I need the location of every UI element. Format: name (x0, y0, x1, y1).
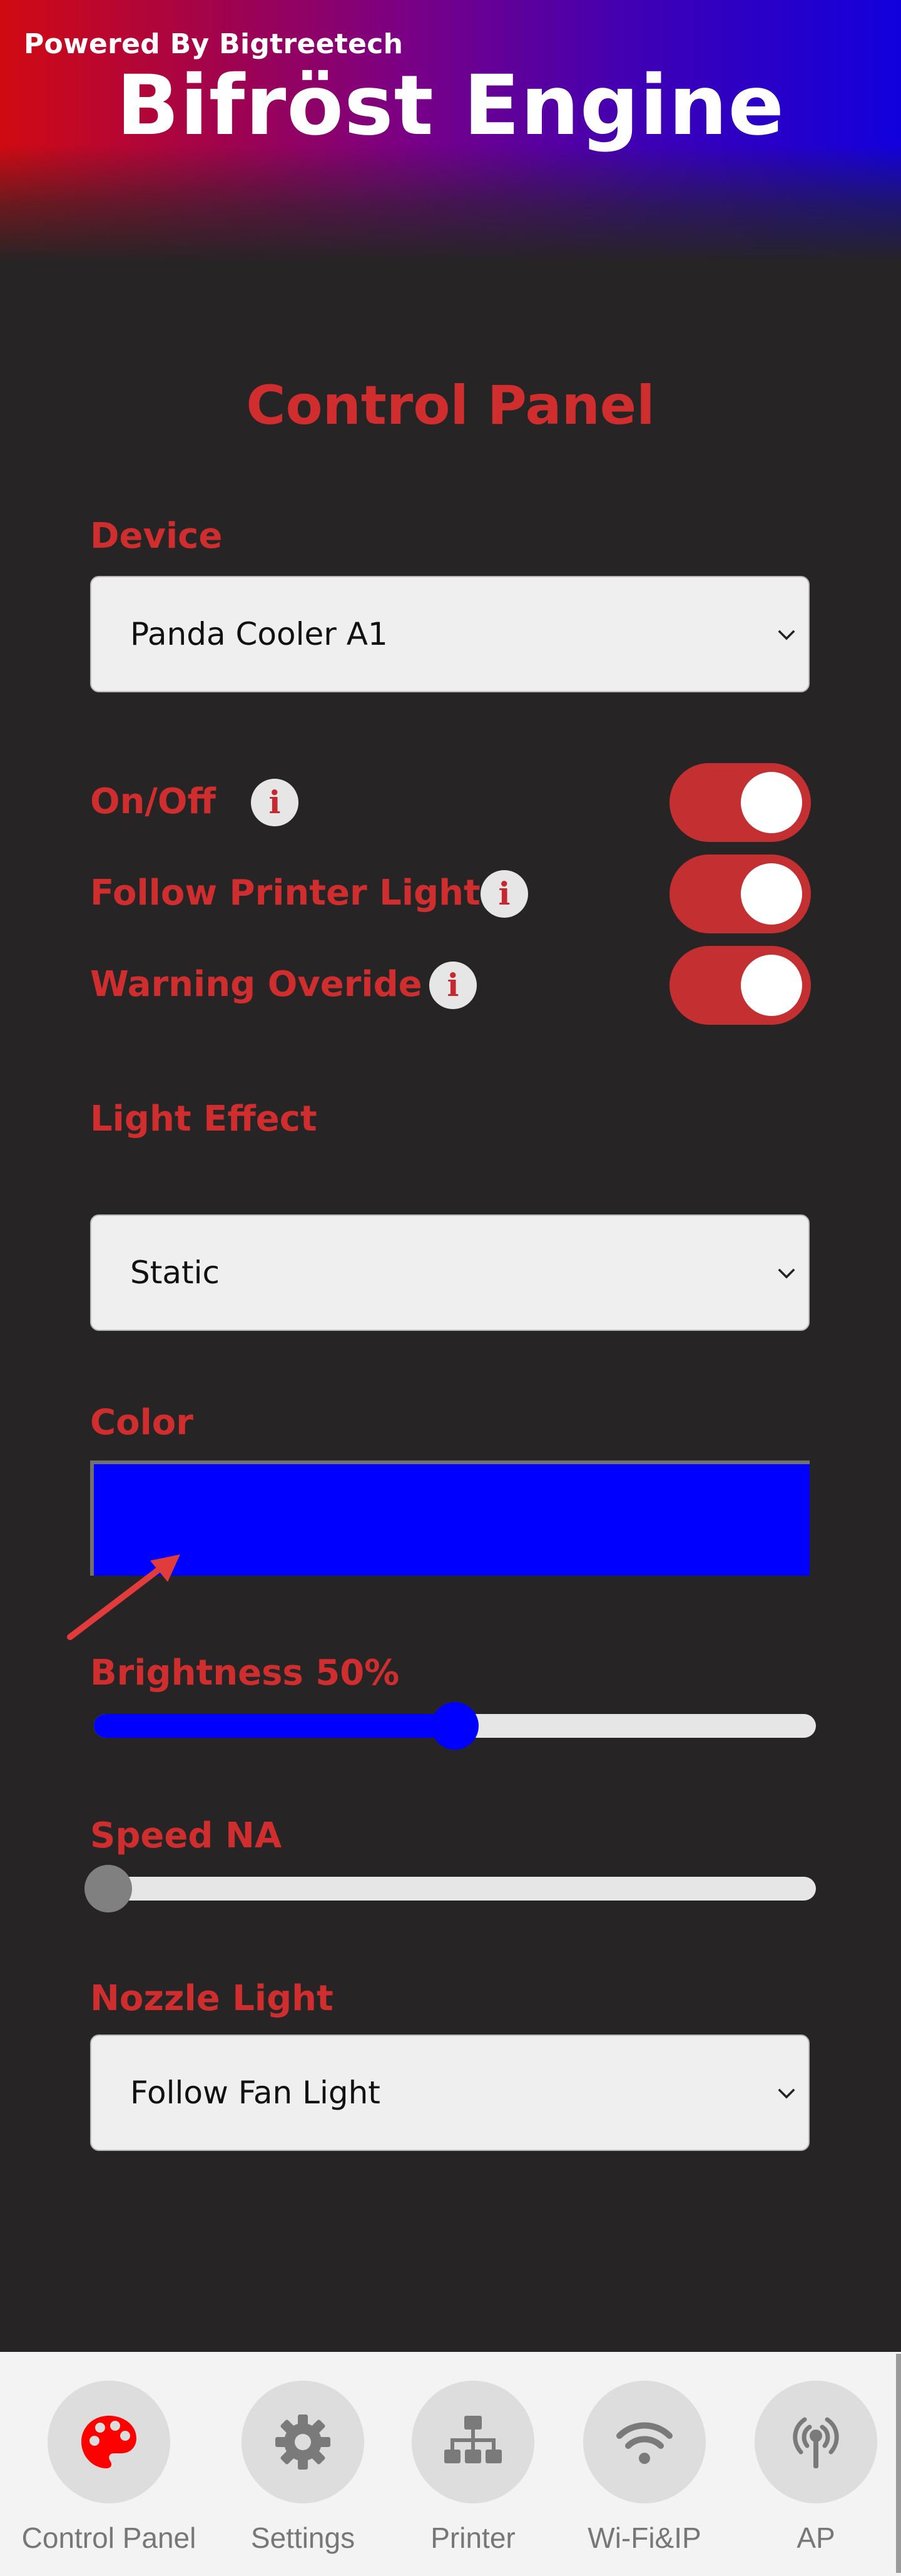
wifi-icon (616, 2422, 673, 2464)
speed-label: Speed NA (90, 1815, 282, 1856)
page-title: Control Panel (246, 374, 655, 437)
speed-slider[interactable] (84, 1865, 816, 1912)
nav-item-ap[interactable]: AP (728, 2352, 901, 2576)
toggle-knob (741, 955, 802, 1016)
header-banner: Powered By Bigtreetech Bifröst Engine (0, 0, 901, 263)
brightness-slider[interactable] (94, 1702, 816, 1750)
nav-button-printer[interactable] (412, 2381, 534, 2503)
network-tree-icon (444, 2416, 502, 2463)
nav-button-settings[interactable] (242, 2381, 364, 2503)
nav-label-wifi: Wi-Fi&IP (588, 2522, 701, 2554)
toggle-knob (741, 863, 802, 925)
color-picker[interactable] (90, 1460, 810, 1576)
nav-item-printer[interactable]: Printer (385, 2352, 561, 2576)
info-icon-warning-overide[interactable]: i (429, 962, 477, 1009)
brightness-slider-thumb[interactable] (431, 1702, 479, 1750)
nav-item-control-panel[interactable]: Control Panel (21, 2352, 196, 2576)
brightness-label: Brightness 50% (90, 1653, 400, 1693)
info-icon-follow-printer-light[interactable]: i (481, 870, 528, 918)
nozzle-light-label: Nozzle Light (90, 1978, 333, 2019)
app-title: Bifröst Engine (116, 58, 785, 154)
brightness-slider-fill (94, 1714, 455, 1738)
device-select-value: Panda Cooler A1 (130, 616, 388, 652)
info-icon-on-off[interactable]: i (251, 779, 298, 826)
chevron-down-icon (778, 1268, 795, 1279)
nozzle-light-select[interactable]: Follow Fan Light (90, 2035, 810, 2151)
nav-button-control-panel[interactable] (48, 2381, 170, 2503)
device-select[interactable]: Panda Cooler A1 (90, 576, 810, 692)
bottom-nav: Control Panel Settings Printer Wi-Fi&IP … (0, 2352, 901, 2576)
nav-label-printer: Printer (430, 2522, 516, 2554)
nav-item-wifi[interactable]: Wi-Fi&IP (557, 2352, 732, 2576)
chevron-down-icon (778, 630, 795, 640)
palette-icon (81, 2416, 136, 2468)
light-effect-select-value: Static (130, 1255, 220, 1291)
light-effect-select[interactable]: Static (90, 1214, 810, 1331)
nav-label-settings: Settings (250, 2522, 355, 2554)
on-off-toggle[interactable] (669, 763, 811, 842)
color-label: Color (90, 1402, 193, 1443)
nav-label-ap: AP (797, 2522, 835, 2554)
device-label: Device (90, 516, 223, 557)
follow-printer-light-toggle[interactable] (669, 854, 811, 933)
nav-item-settings[interactable]: Settings (215, 2352, 390, 2576)
scrollbar[interactable] (896, 2354, 901, 2573)
nozzle-light-select-value: Follow Fan Light (130, 2075, 380, 2111)
antenna-icon (793, 2417, 839, 2468)
toggle-label-follow-printer-light: Follow Printer Light (90, 873, 481, 913)
toggle-label-on-off: On/Off (90, 781, 216, 822)
nav-button-wifi[interactable] (583, 2381, 706, 2503)
light-effect-label: Light Effect (90, 1099, 317, 1139)
toggle-label-warning-overide: Warning Overide (90, 964, 422, 1005)
annotation-arrow-icon (67, 1554, 180, 1640)
speed-slider-thumb[interactable] (84, 1865, 133, 1912)
toggle-knob (741, 772, 802, 833)
powered-by-text: Powered By Bigtreetech (24, 28, 404, 60)
chevron-down-icon (778, 2088, 795, 2099)
nav-label-control-panel: Control Panel (21, 2522, 196, 2554)
gear-icon (275, 2414, 330, 2470)
nav-button-ap[interactable] (755, 2381, 877, 2503)
warning-overide-toggle[interactable] (669, 946, 811, 1025)
